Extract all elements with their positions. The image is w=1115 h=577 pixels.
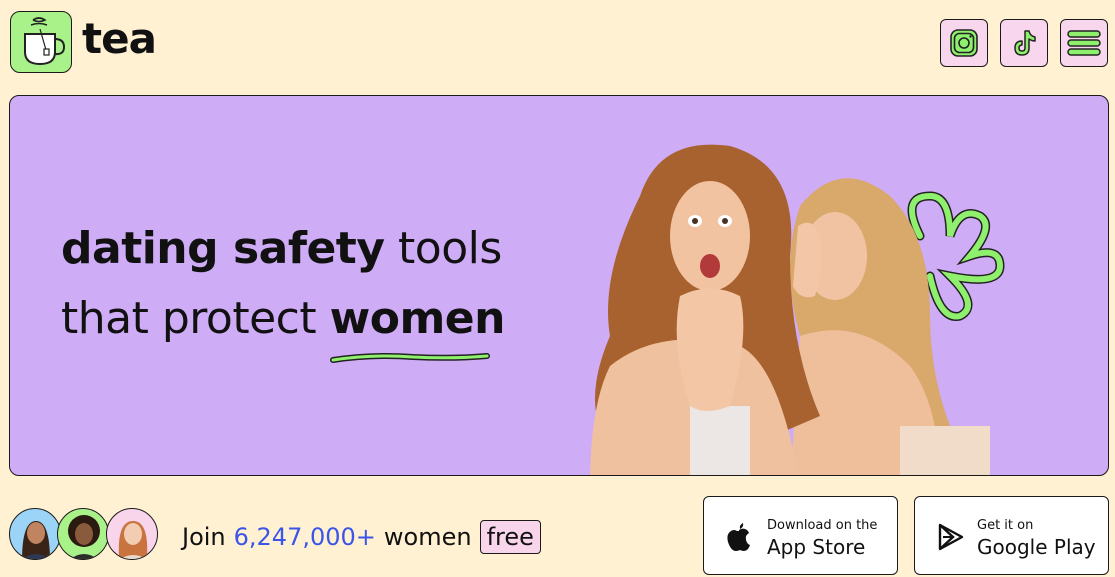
google-play-button[interactable]: Get it on Google Play	[914, 496, 1109, 575]
app-store-button[interactable]: Download on the App Store	[703, 496, 898, 575]
headline-line-2: that protect women	[61, 284, 506, 363]
instagram-icon[interactable]	[940, 19, 988, 67]
member-count: 6,247,000+	[233, 523, 376, 551]
headline-text: tools	[398, 223, 502, 274]
tiktok-icon[interactable]	[1000, 19, 1048, 67]
avatar	[9, 508, 61, 560]
google-play-big-label: Google Play	[977, 535, 1096, 559]
avatar	[106, 508, 158, 560]
headline-text: that protect	[61, 293, 317, 344]
join-prefix: Join	[182, 523, 226, 551]
join-suffix: women	[383, 523, 472, 551]
google-play-small-label: Get it on	[977, 518, 1034, 533]
menu-icon[interactable]	[1060, 19, 1108, 67]
app-store-small-label: Download on the	[767, 518, 878, 533]
tea-cup-logo-icon[interactable]	[10, 11, 72, 73]
bottom-bar: Join 6,247,000+ women free Download on t…	[0, 490, 1115, 577]
google-play-icon	[938, 523, 964, 551]
free-badge: free	[479, 520, 541, 554]
headline-bold-text: women	[329, 293, 506, 344]
app-store-big-label: App Store	[767, 535, 866, 559]
apple-icon	[727, 523, 750, 551]
brand-name[interactable]: tea	[82, 14, 157, 63]
women-whispering-photo	[590, 144, 1005, 475]
headline-emphasis: women	[329, 293, 506, 363]
avatar	[57, 508, 109, 560]
site-header: tea	[0, 0, 1115, 90]
hero-headline: dating safety tools that protect women	[61, 214, 506, 363]
squiggle-underline-icon	[329, 353, 490, 363]
join-count-text: Join 6,247,000+ women free	[182, 520, 541, 554]
headline-bold-text: dating safety	[61, 223, 385, 274]
headline-line-1: dating safety tools	[61, 214, 505, 284]
hero-banner: dating safety tools that protect women	[9, 95, 1109, 476]
